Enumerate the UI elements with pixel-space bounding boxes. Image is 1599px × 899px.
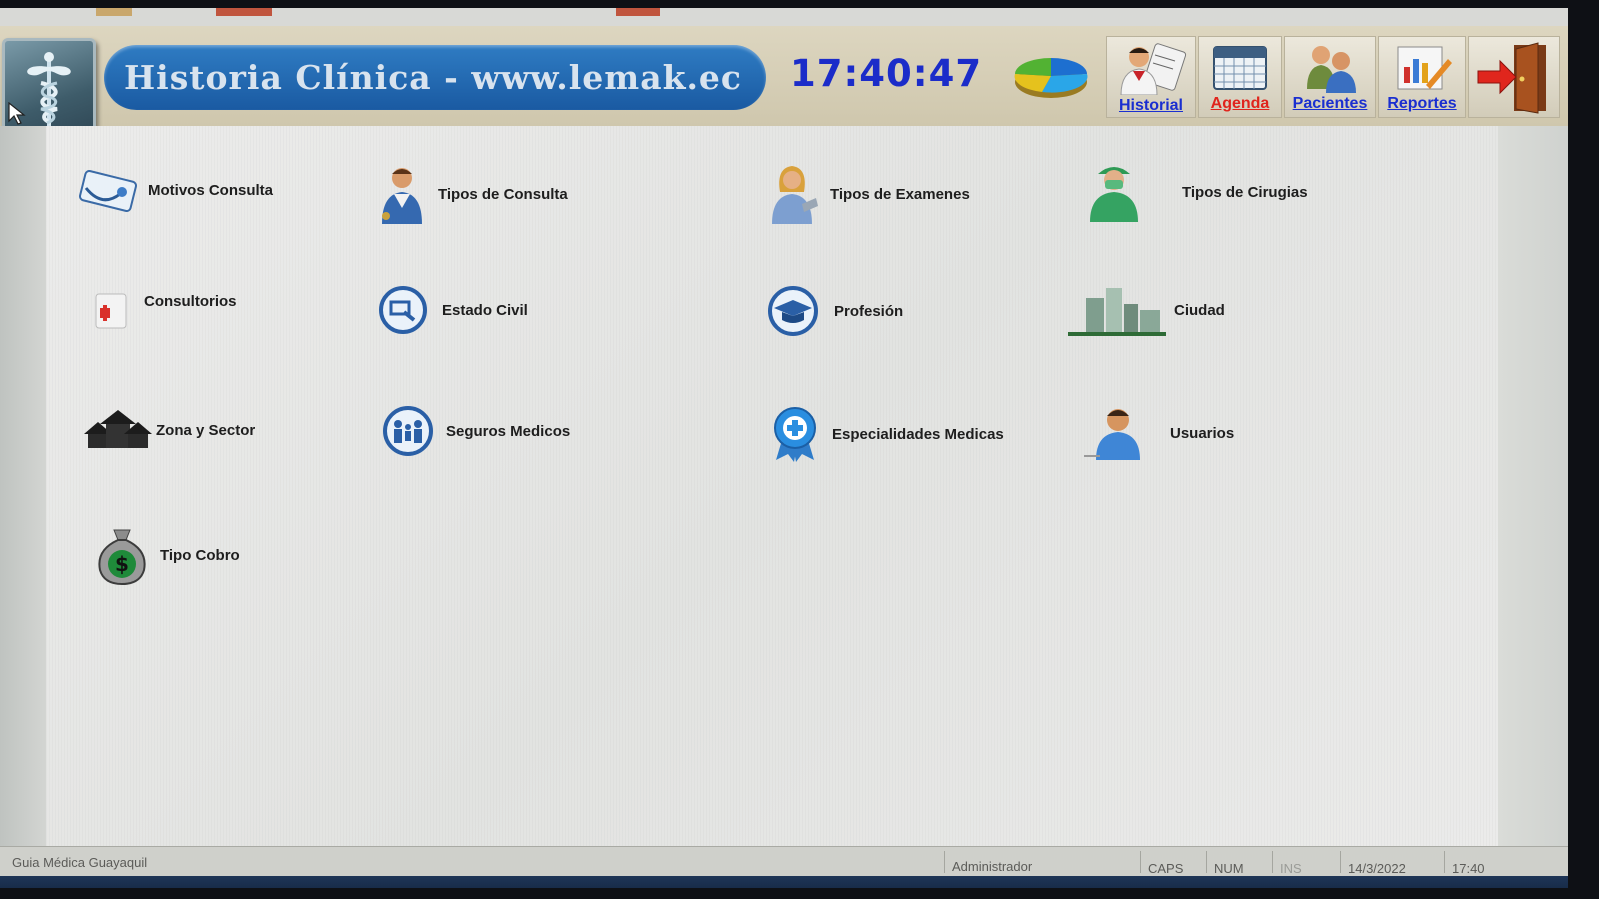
houses-icon bbox=[84, 410, 152, 448]
top-edge-strip bbox=[216, 8, 272, 16]
status-separator bbox=[1340, 851, 1341, 873]
calendar-icon bbox=[1213, 46, 1267, 90]
app-title: Historia Clínica - www.lemak.ec bbox=[124, 58, 743, 97]
status-separator bbox=[1272, 851, 1273, 873]
status-user: Administrador bbox=[952, 859, 1033, 874]
patients-icon bbox=[1307, 46, 1356, 93]
pie-chart-icon[interactable] bbox=[1012, 52, 1090, 100]
exit-door-icon bbox=[1477, 42, 1546, 114]
tipos-examenes-label: Tipos de Examenes bbox=[830, 185, 970, 203]
svg-text:$: $ bbox=[115, 552, 129, 576]
left-border bbox=[0, 126, 46, 848]
menu-item-zona-sector[interactable]: Zona y Sector bbox=[84, 408, 255, 452]
menu-item-usuarios[interactable]: Usuarios bbox=[1082, 404, 1234, 462]
app-window: Historia Clínica - www.lemak.ec 17:40:47… bbox=[0, 8, 1568, 888]
money-bag-icon: $ bbox=[98, 529, 146, 586]
top-edge-strip bbox=[616, 8, 660, 16]
historial-label: Historial bbox=[1118, 97, 1183, 114]
status-num: NUM bbox=[1214, 861, 1244, 876]
menu-item-estado-civil[interactable]: Estado Civil bbox=[372, 286, 528, 334]
reports-icon bbox=[1397, 46, 1452, 90]
status-separator bbox=[1444, 851, 1445, 873]
reportes-label: Reportes bbox=[1387, 95, 1457, 112]
menu-item-tipos-cirugias[interactable]: Tipos de Cirugias bbox=[1086, 160, 1308, 224]
status-separator bbox=[944, 851, 945, 873]
doctor-icon bbox=[382, 168, 422, 224]
tipo-cobro-label: Tipo Cobro bbox=[160, 546, 240, 564]
clock-display: 17:40:47 bbox=[790, 52, 983, 95]
taskbar bbox=[0, 876, 1568, 888]
estado-civil-label: Estado Civil bbox=[442, 301, 528, 319]
right-border bbox=[1498, 126, 1568, 848]
status-separator bbox=[1140, 851, 1141, 873]
historial-button[interactable]: Historial bbox=[1106, 36, 1196, 118]
consultorios-label: Consultorios bbox=[144, 292, 237, 310]
ciudad-label: Ciudad bbox=[1174, 301, 1225, 319]
main-menu-area bbox=[46, 126, 1498, 848]
motivos-consulta-label: Motivos Consulta bbox=[148, 181, 274, 199]
menu-item-especialidades-medicas[interactable]: Especialidades Medicas bbox=[766, 406, 1004, 462]
city-buildings-icon bbox=[1068, 288, 1166, 336]
exit-button[interactable] bbox=[1468, 36, 1560, 118]
graduation-cap-icon bbox=[768, 286, 818, 336]
status-bar: Guia Médica Guayaquil Administrador CAPS… bbox=[0, 846, 1568, 877]
app-title-banner: Historia Clínica - www.lemak.ec bbox=[104, 45, 766, 110]
status-caps: CAPS bbox=[1148, 861, 1184, 876]
user-icon bbox=[1084, 409, 1140, 460]
top-edge-strip bbox=[96, 8, 132, 16]
doctor-chart-icon bbox=[1120, 43, 1187, 95]
status-ins: INS bbox=[1280, 861, 1302, 876]
medical-badge-icon bbox=[774, 407, 816, 462]
menu-item-seguros-medicos[interactable]: Seguros Medicos bbox=[378, 406, 570, 456]
especialidades-medicas-label: Especialidades Medicas bbox=[832, 425, 1004, 443]
tipos-consulta-label: Tipos de Consulta bbox=[438, 185, 568, 203]
status-separator bbox=[1206, 851, 1207, 873]
agenda-label: Agenda bbox=[1210, 95, 1270, 112]
usuarios-label: Usuarios bbox=[1170, 424, 1235, 442]
menu-item-motivos-consulta[interactable]: Motivos Consulta bbox=[76, 164, 273, 216]
menu-item-ciudad[interactable]: Ciudad bbox=[1068, 284, 1225, 336]
menu-item-profesion[interactable]: Profesión bbox=[760, 286, 903, 336]
zona-sector-label: Zona y Sector bbox=[156, 421, 256, 439]
pacientes-button[interactable]: Pacientes bbox=[1284, 36, 1376, 118]
status-app-name: Guia Médica Guayaquil bbox=[12, 855, 148, 870]
reportes-button[interactable]: Reportes bbox=[1378, 36, 1466, 118]
family-icon bbox=[383, 406, 433, 456]
profesion-label: Profesión bbox=[834, 302, 904, 320]
menu-item-tipo-cobro[interactable]: $ Tipo Cobro bbox=[92, 524, 240, 586]
menu-item-consultorios[interactable]: Consultorios bbox=[86, 284, 237, 336]
pacientes-label: Pacientes bbox=[1292, 95, 1368, 112]
menu-item-tipos-consulta[interactable]: Tipos de Consulta bbox=[376, 162, 568, 226]
tipos-cirugias-label: Tipos de Cirugias bbox=[1182, 183, 1308, 201]
search-icon bbox=[379, 286, 427, 334]
agenda-button[interactable]: Agenda bbox=[1198, 36, 1282, 118]
status-date: 14/3/2022 bbox=[1348, 861, 1406, 876]
menu-item-tipos-examenes[interactable]: Tipos de Examenes bbox=[766, 162, 970, 226]
first-aid-icon bbox=[95, 293, 127, 329]
status-time: 17:40 bbox=[1452, 861, 1485, 876]
stethoscope-icon bbox=[78, 170, 138, 212]
seguros-medicos-label: Seguros Medicos bbox=[446, 422, 571, 440]
nurse-icon bbox=[772, 166, 818, 224]
surgeon-icon bbox=[1090, 167, 1138, 222]
mouse-cursor-icon bbox=[8, 102, 26, 125]
